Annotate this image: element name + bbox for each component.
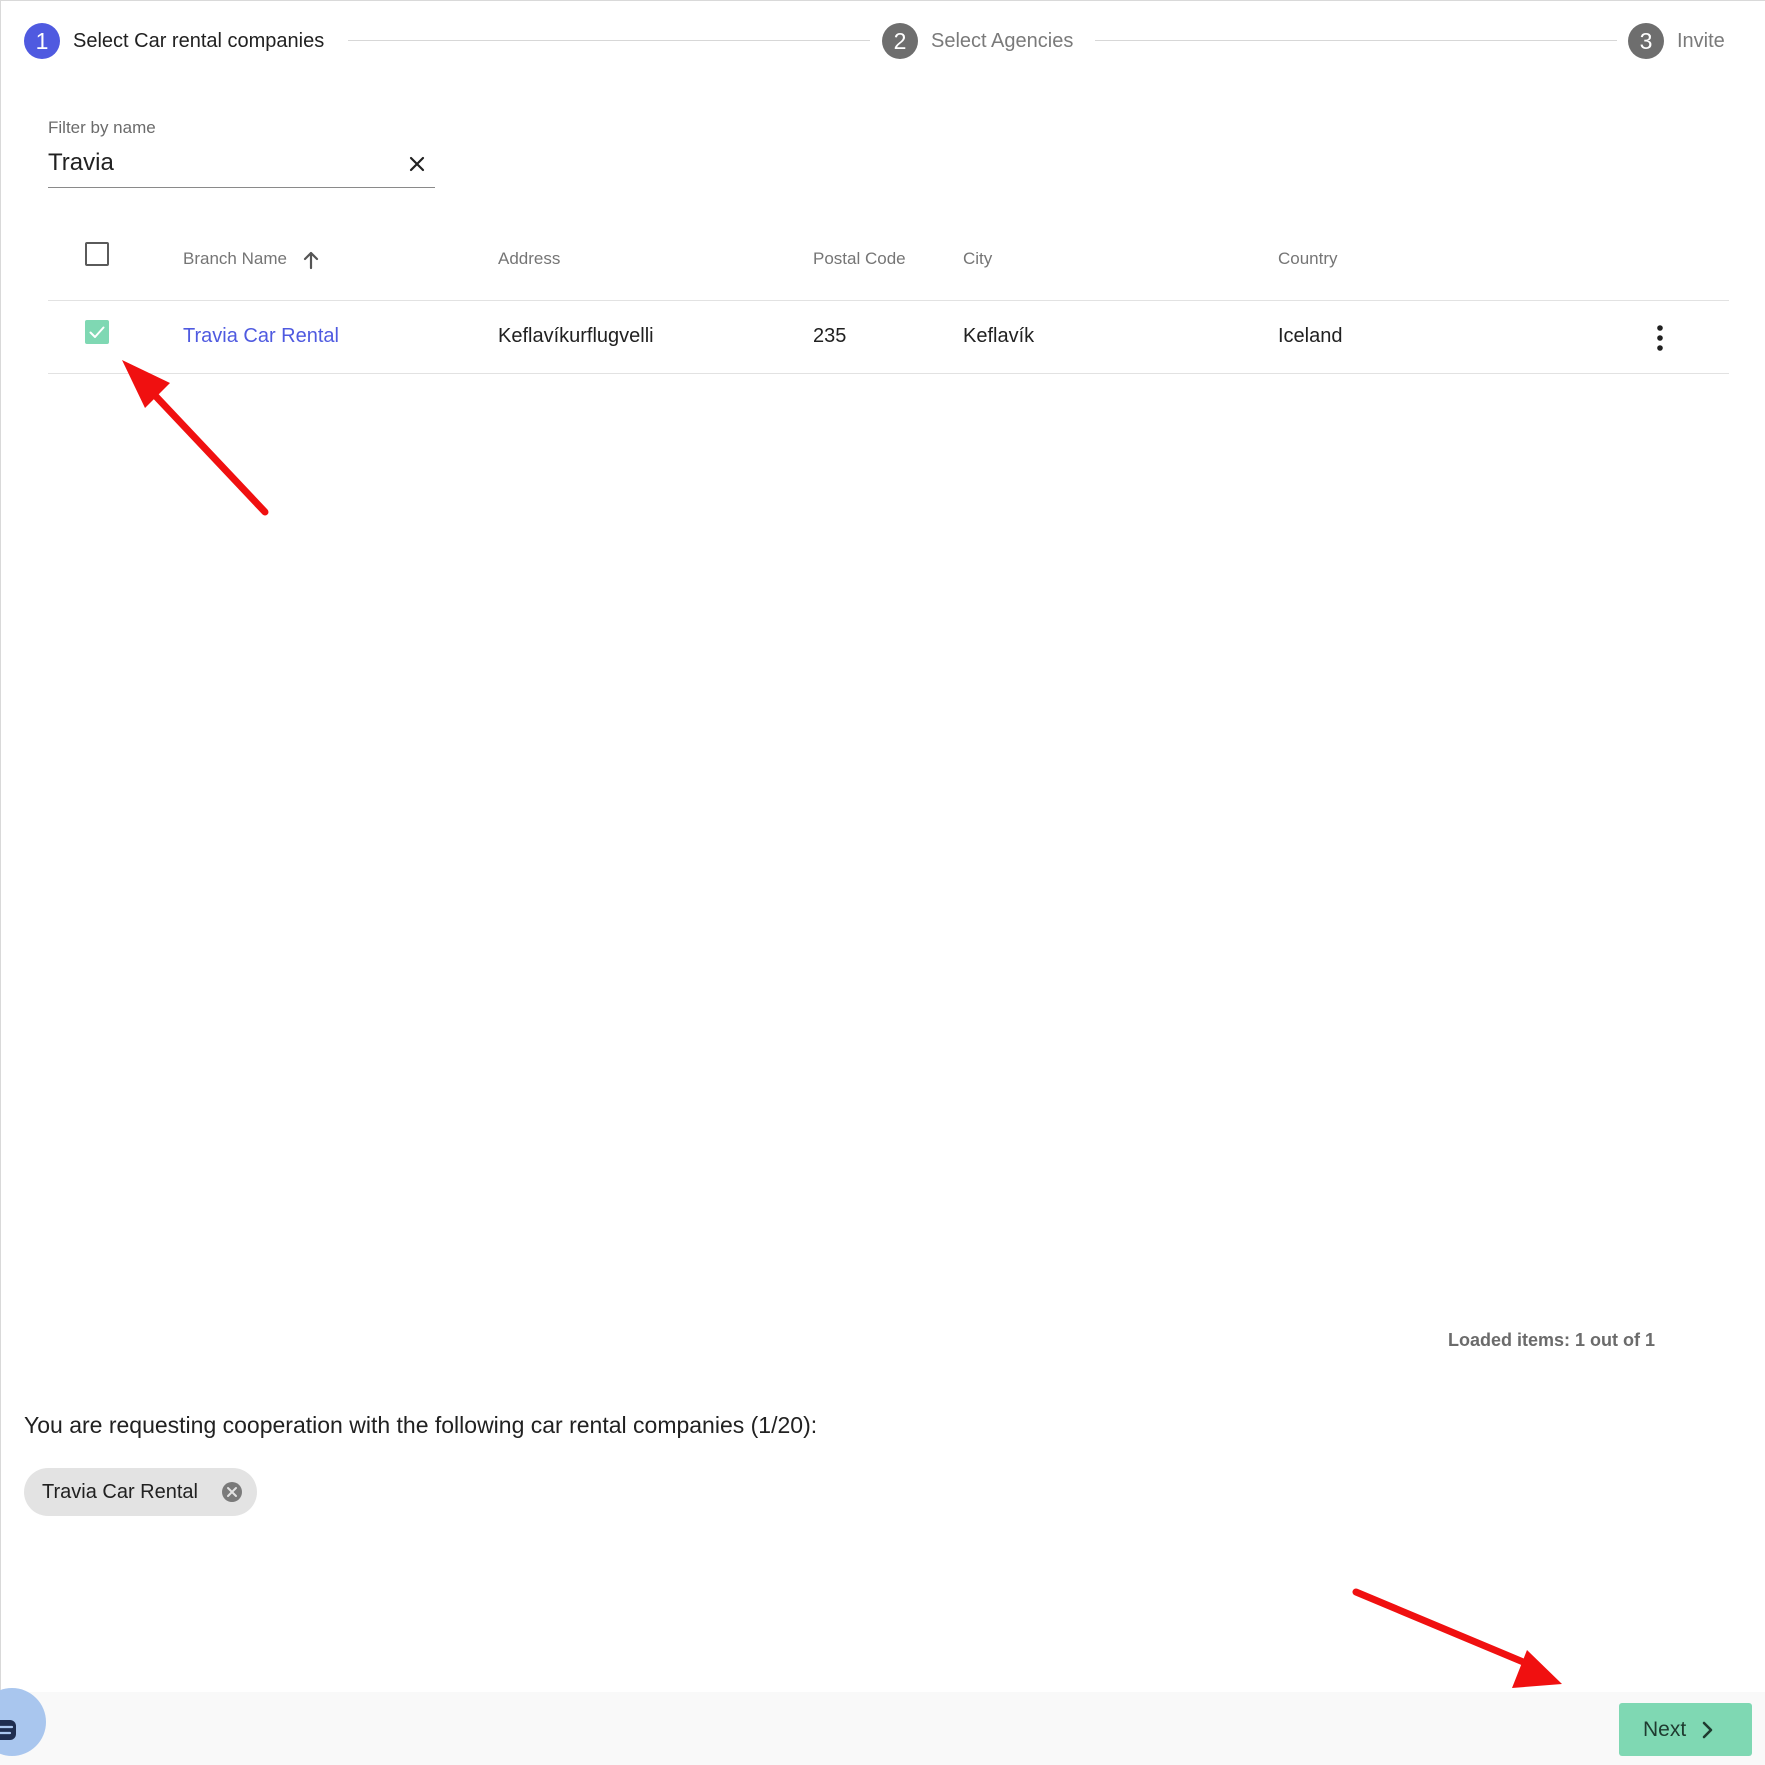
step-number-3: 3	[1628, 23, 1664, 59]
selected-company-chip: Travia Car Rental	[24, 1468, 257, 1516]
check-icon	[89, 326, 105, 338]
chat-icon	[0, 1720, 16, 1740]
step-label-3: Invite	[1677, 29, 1725, 52]
next-button-label: Next	[1643, 1717, 1687, 1741]
next-button[interactable]: Next	[1619, 1703, 1752, 1756]
step-select-car-rental-companies[interactable]: 1 Select Car rental companies	[24, 22, 324, 60]
table-row[interactable]: Travia Car Rental Keflavíkurflugvelli 23…	[48, 301, 1729, 374]
header-city[interactable]: City	[963, 249, 992, 269]
filter-input[interactable]	[48, 146, 388, 180]
filter-label: Filter by name	[48, 118, 156, 137]
branch-name-link[interactable]: Travia Car Rental	[183, 325, 339, 348]
step-invite[interactable]: 3 Invite	[1628, 22, 1725, 60]
header-branch-name[interactable]: Branch Name	[183, 249, 320, 270]
stepper: 1 Select Car rental companies 2 Select A…	[0, 0, 1765, 82]
close-icon[interactable]	[405, 152, 429, 176]
step-number-1: 1	[24, 23, 60, 59]
header-address[interactable]: Address	[498, 249, 560, 269]
select-all-checkbox[interactable]	[85, 242, 109, 266]
step-select-agencies[interactable]: 2 Select Agencies	[882, 22, 1073, 60]
more-vertical-icon[interactable]	[1648, 323, 1672, 353]
step-connector	[348, 40, 870, 41]
cancel-circle-icon[interactable]	[221, 1481, 243, 1503]
loaded-items-count: Loaded items: 1 out of 1	[1448, 1330, 1656, 1350]
header-postal-code[interactable]: Postal Code	[813, 249, 906, 269]
step-label-1: Select Car rental companies	[73, 29, 325, 52]
step-label-2: Select Agencies	[931, 29, 1074, 52]
country-cell: Iceland	[1278, 325, 1343, 347]
chevron-right-icon	[1702, 1721, 1713, 1738]
arrow-up-icon	[303, 251, 318, 269]
requesting-cooperation-text: You are requesting cooperation with the …	[24, 1412, 818, 1438]
header-branch-name-label: Branch Name	[183, 249, 287, 268]
filter-by-name-field: Filter by name	[48, 118, 435, 188]
postal-code-cell: 235	[813, 325, 847, 347]
row-checkbox[interactable]	[85, 320, 109, 344]
header-country[interactable]: Country	[1278, 249, 1338, 269]
step-number-2: 2	[882, 23, 918, 59]
bottom-action-bar	[0, 1692, 1765, 1765]
step-connector	[1095, 40, 1617, 41]
table-header: Branch Name Address Postal Code City Cou…	[48, 222, 1729, 301]
chip-label: Travia Car Rental	[42, 1480, 198, 1503]
city-cell: Keflavík	[963, 325, 1035, 347]
address-cell: Keflavíkurflugvelli	[498, 325, 654, 347]
